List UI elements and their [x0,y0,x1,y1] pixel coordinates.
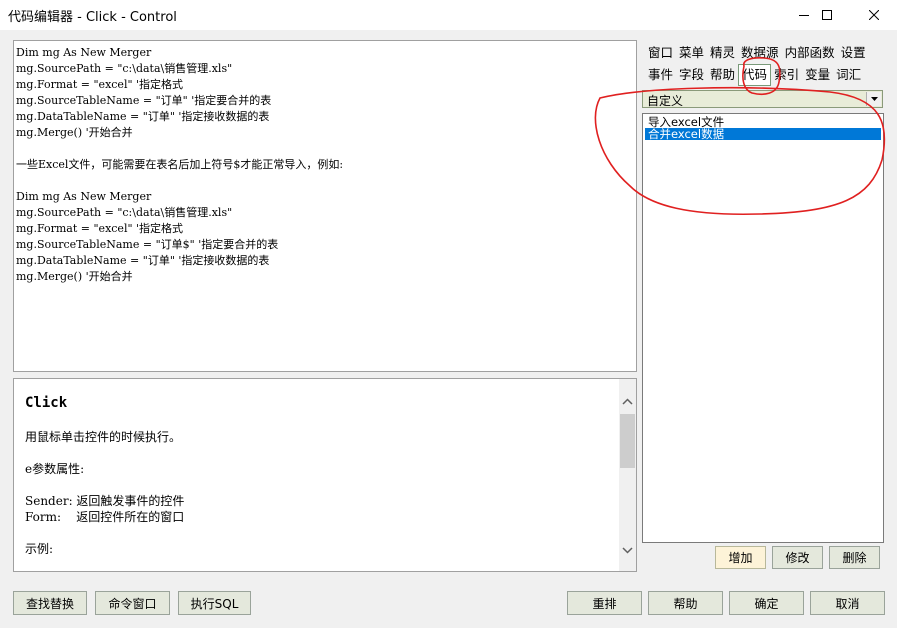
caret-down-icon [870,97,878,101]
tab-strip: 窗口 菜单 精灵 数据源 内部函数 设置 事件 字段 帮助 代码 索引 变量 词… [645,42,885,86]
window-title: 代码编辑器 - Click - Control [8,10,177,25]
help-button[interactable]: 帮助 [648,591,723,615]
list-item-selected[interactable]: 合并excel数据 [645,128,881,140]
code-snippet-list[interactable]: 导入excel文件 合并excel数据 [642,113,884,543]
help-line [25,445,615,461]
tab-wizard[interactable]: 精灵 [707,42,738,64]
close-button[interactable] [851,0,897,30]
maximize-button[interactable] [804,0,850,30]
help-content: Click 用鼠标单击控件的时候执行。 e参数属性: Sender: 返回触发事… [25,393,615,557]
find-replace-button[interactable]: 查找替换 [13,591,87,615]
tab-datasource[interactable]: 数据源 [738,42,782,64]
tab-menu[interactable]: 菜单 [676,42,707,64]
chevron-down-icon [622,547,633,554]
scroll-down-button[interactable] [619,542,636,559]
scroll-up-button[interactable] [619,393,636,410]
help-panel[interactable]: Click 用鼠标单击控件的时候执行。 e参数属性: Sender: 返回触发事… [13,378,637,572]
ok-button[interactable]: 确定 [729,591,804,615]
rearrange-button[interactable]: 重排 [567,591,642,615]
command-window-button[interactable]: 命令窗口 [95,591,170,615]
tab-settings[interactable]: 设置 [838,42,869,64]
code-line: mg.Merge() '开始合并 [16,126,133,139]
tab-events[interactable]: 事件 [645,64,676,86]
help-line: 示例: [25,542,54,556]
help-line: Sender: 返回触发事件的控件 [25,494,185,508]
help-line: Form: 返回控件所在的窗口 [25,510,185,524]
code-line: mg.DataTableName = "订单" '指定接收数据的表 [16,110,270,123]
code-line: mg.Format = "excel" '指定格式 [16,222,184,235]
code-line: mg.SourcePath = "c:\data\销售管理.xls" [16,62,233,75]
help-line [25,525,615,541]
code-line: Dim mg As New Merger [16,190,152,203]
tab-code[interactable]: 代码 [738,64,772,86]
code-editor[interactable]: Dim mg As New Merger mg.SourcePath = "c:… [13,40,637,372]
help-title: Click [25,395,68,411]
delete-button[interactable]: 删除 [829,546,880,569]
tab-vocabulary[interactable]: 词汇 [833,64,864,86]
help-line: e参数属性: [25,462,85,476]
title-bar: 代码编辑器 - Click - Control [0,0,897,30]
help-scrollbar[interactable] [619,379,636,571]
scroll-thumb[interactable] [620,414,635,468]
tab-internal-functions[interactable]: 内部函数 [782,42,838,64]
dropdown-value: 自定义 [647,94,684,108]
tab-row-1: 窗口 菜单 精灵 数据源 内部函数 设置 [645,42,885,64]
tab-window[interactable]: 窗口 [645,42,676,64]
chevron-up-icon [622,398,633,405]
tab-help[interactable]: 帮助 [707,64,738,86]
execute-sql-button[interactable]: 执行SQL [178,591,251,615]
edit-button[interactable]: 修改 [772,546,823,569]
code-line: mg.SourceTableName = "订单" '指定要合并的表 [16,94,272,107]
tab-index[interactable]: 索引 [771,64,802,86]
help-line [25,413,615,429]
tab-variables[interactable]: 变量 [802,64,833,86]
tab-row-2: 事件 字段 帮助 代码 索引 变量 词汇 [645,64,885,86]
code-line: mg.DataTableName = "订单" '指定接收数据的表 [16,254,270,267]
close-icon [869,10,879,20]
category-dropdown[interactable]: 自定义 [642,90,883,108]
help-line: 用鼠标单击控件的时候执行。 [25,430,182,444]
add-button[interactable]: 增加 [715,546,766,569]
tab-fields[interactable]: 字段 [676,64,707,86]
code-line: mg.Merge() '开始合并 [16,270,133,283]
code-line: mg.Format = "excel" '指定格式 [16,78,184,91]
help-line [25,477,615,493]
code-line: 一些Excel文件，可能需要在表名后加上符号$才能正常导入，例如: [16,158,344,171]
cancel-button[interactable]: 取消 [810,591,885,615]
code-line: mg.SourceTableName = "订单$" '指定要合并的表 [16,238,279,251]
maximize-icon [822,10,832,20]
dropdown-arrow-button[interactable] [866,92,881,106]
code-line: mg.SourcePath = "c:\data\销售管理.xls" [16,206,233,219]
code-line: Dim mg As New Merger [16,46,152,59]
